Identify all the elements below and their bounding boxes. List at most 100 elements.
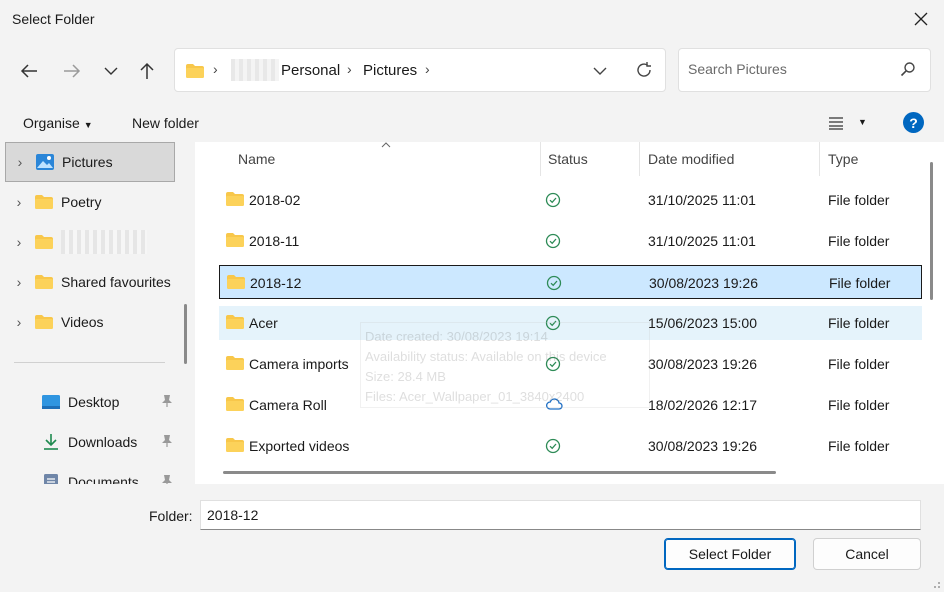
arrow-up-icon — [140, 62, 154, 79]
new-folder-button[interactable]: New folder — [132, 115, 199, 131]
folder-icon — [186, 64, 204, 78]
folder-icon — [225, 396, 245, 415]
file-name: Camera imports — [249, 356, 349, 372]
file-name: 2018-11 — [249, 233, 300, 249]
select-folder-button[interactable]: Select Folder — [664, 538, 796, 570]
breadcrumb-separator[interactable]: › — [425, 61, 430, 77]
forward-button[interactable] — [57, 56, 87, 86]
check-circle-icon — [545, 233, 561, 252]
title-bar: Select Folder — [0, 0, 944, 38]
file-name: Exported videos — [249, 438, 350, 454]
breadcrumb-pictures[interactable]: Pictures — [363, 62, 417, 79]
window-title: Select Folder — [12, 11, 95, 27]
sidebar-item-documents[interactable]: Documents — [40, 462, 175, 484]
file-type: File folder — [828, 438, 890, 454]
arrow-right-icon — [64, 64, 81, 78]
tooltip-line: Size: 28.4 MB — [365, 369, 446, 384]
pin-icon[interactable] — [161, 434, 173, 451]
date-modified: 31/10/2025 11:01 — [648, 233, 756, 249]
up-button[interactable] — [132, 56, 162, 86]
list-view-icon — [829, 117, 843, 130]
table-row[interactable]: 2018-11 31/10/2025 11:01 File folder — [219, 224, 922, 258]
sidebar-item-label: Videos — [61, 314, 104, 330]
file-name: 2018-02 — [249, 192, 301, 208]
dialog-footer: Folder: Select Folder Cancel — [0, 484, 944, 592]
sidebar-item-label: Desktop — [68, 394, 120, 410]
table-row[interactable]: Exported videos 30/08/2023 19:26 File fold… — [219, 429, 922, 463]
check-circle-icon — [545, 438, 561, 457]
folder-icon — [35, 195, 53, 209]
column-header-date-modified[interactable]: Date modified — [640, 142, 819, 176]
address-bar[interactable]: › Personal › Pictures › — [174, 48, 666, 92]
view-options-button[interactable] — [828, 116, 844, 133]
sidebar-item-videos[interactable]: › Videos — [5, 302, 175, 342]
folder-icon — [35, 315, 53, 329]
pin-icon[interactable] — [161, 394, 173, 411]
column-header-name[interactable]: Name — [219, 142, 543, 176]
breadcrumb-personal[interactable]: Personal — [281, 62, 340, 79]
caret-down-icon[interactable]: ▼ — [858, 117, 867, 127]
redacted-breadcrumb — [231, 59, 279, 81]
chevron-down-icon[interactable] — [593, 67, 607, 75]
desktop-icon — [42, 395, 60, 409]
column-header-type[interactable]: Type — [820, 142, 920, 176]
refresh-icon[interactable] — [635, 61, 653, 79]
chevron-right-icon[interactable]: › — [5, 194, 33, 210]
date-modified: 31/10/2025 11:01 — [648, 192, 756, 208]
breadcrumb-separator: › — [347, 61, 352, 77]
table-row[interactable]: 2018-02 31/10/2025 11:01 File folder — [219, 183, 922, 217]
table-row[interactable]: 2018-12 30/08/2023 19:26 File folder — [219, 265, 922, 299]
folder-icon — [35, 235, 53, 249]
chevron-right-icon[interactable]: › — [5, 234, 33, 250]
folder-icon — [225, 314, 245, 333]
search-box[interactable] — [678, 48, 931, 92]
tooltip-line: Date created: 30/08/2023 19:14 — [365, 329, 548, 344]
caret-down-icon: ▼ — [83, 120, 93, 130]
file-name: Camera Roll — [249, 397, 327, 413]
search-icon[interactable] — [900, 61, 916, 77]
folder-field[interactable] — [200, 500, 921, 530]
folder-icon — [225, 355, 245, 374]
date-modified: 30/08/2023 19:26 — [649, 275, 758, 291]
chevron-right-icon[interactable]: › — [5, 314, 33, 330]
sidebar-scrollbar[interactable] — [184, 304, 187, 364]
vertical-scrollbar[interactable] — [930, 162, 933, 300]
tooltip-line: Files: Acer_Wallpaper_01_3840x2400 — [365, 389, 585, 404]
pin-icon[interactable] — [161, 474, 173, 484]
check-circle-icon — [546, 275, 562, 294]
check-circle-icon — [545, 192, 561, 211]
folder-input[interactable] — [207, 507, 907, 523]
folder-icon — [225, 191, 245, 210]
file-type: File folder — [828, 397, 890, 413]
sidebar-item-shared-favourites[interactable]: › Shared favourites — [5, 262, 175, 302]
sidebar-item-label: Documents — [68, 474, 139, 484]
file-type: File folder — [828, 356, 890, 372]
organise-menu[interactable]: Organise ▼ — [23, 115, 93, 131]
navigation-bar: › Personal › Pictures › — [0, 38, 944, 104]
chevron-right-icon[interactable]: › — [6, 154, 34, 170]
sidebar-item-desktop[interactable]: Desktop — [40, 382, 175, 422]
documents-icon — [44, 474, 58, 484]
chevron-right-icon[interactable]: › — [5, 274, 33, 290]
sidebar-item-pictures[interactable]: › Pictures — [5, 142, 175, 182]
help-button[interactable]: ? — [903, 112, 924, 133]
column-label: Name — [238, 151, 276, 167]
sidebar-item-redacted[interactable]: › — [5, 222, 175, 262]
horizontal-scrollbar[interactable] — [223, 471, 776, 474]
close-icon — [914, 12, 928, 26]
folder-icon — [226, 274, 246, 293]
cancel-button[interactable]: Cancel — [813, 538, 921, 570]
resize-grip-icon[interactable] — [931, 579, 941, 589]
column-header-status[interactable]: Status — [541, 142, 639, 176]
file-type: File folder — [828, 192, 890, 208]
sidebar-item-poetry[interactable]: › Poetry — [5, 182, 175, 222]
close-button[interactable] — [904, 4, 938, 34]
search-input[interactable] — [688, 61, 888, 77]
folder-icon — [225, 437, 245, 456]
back-button[interactable] — [14, 56, 44, 86]
sidebar-item-label: Poetry — [61, 194, 102, 210]
recent-locations-button[interactable] — [96, 56, 126, 86]
sidebar-item-downloads[interactable]: Downloads — [40, 422, 175, 462]
command-bar: Organise ▼ New folder ▼ ? — [0, 104, 944, 142]
breadcrumb-separator: › — [213, 61, 218, 77]
